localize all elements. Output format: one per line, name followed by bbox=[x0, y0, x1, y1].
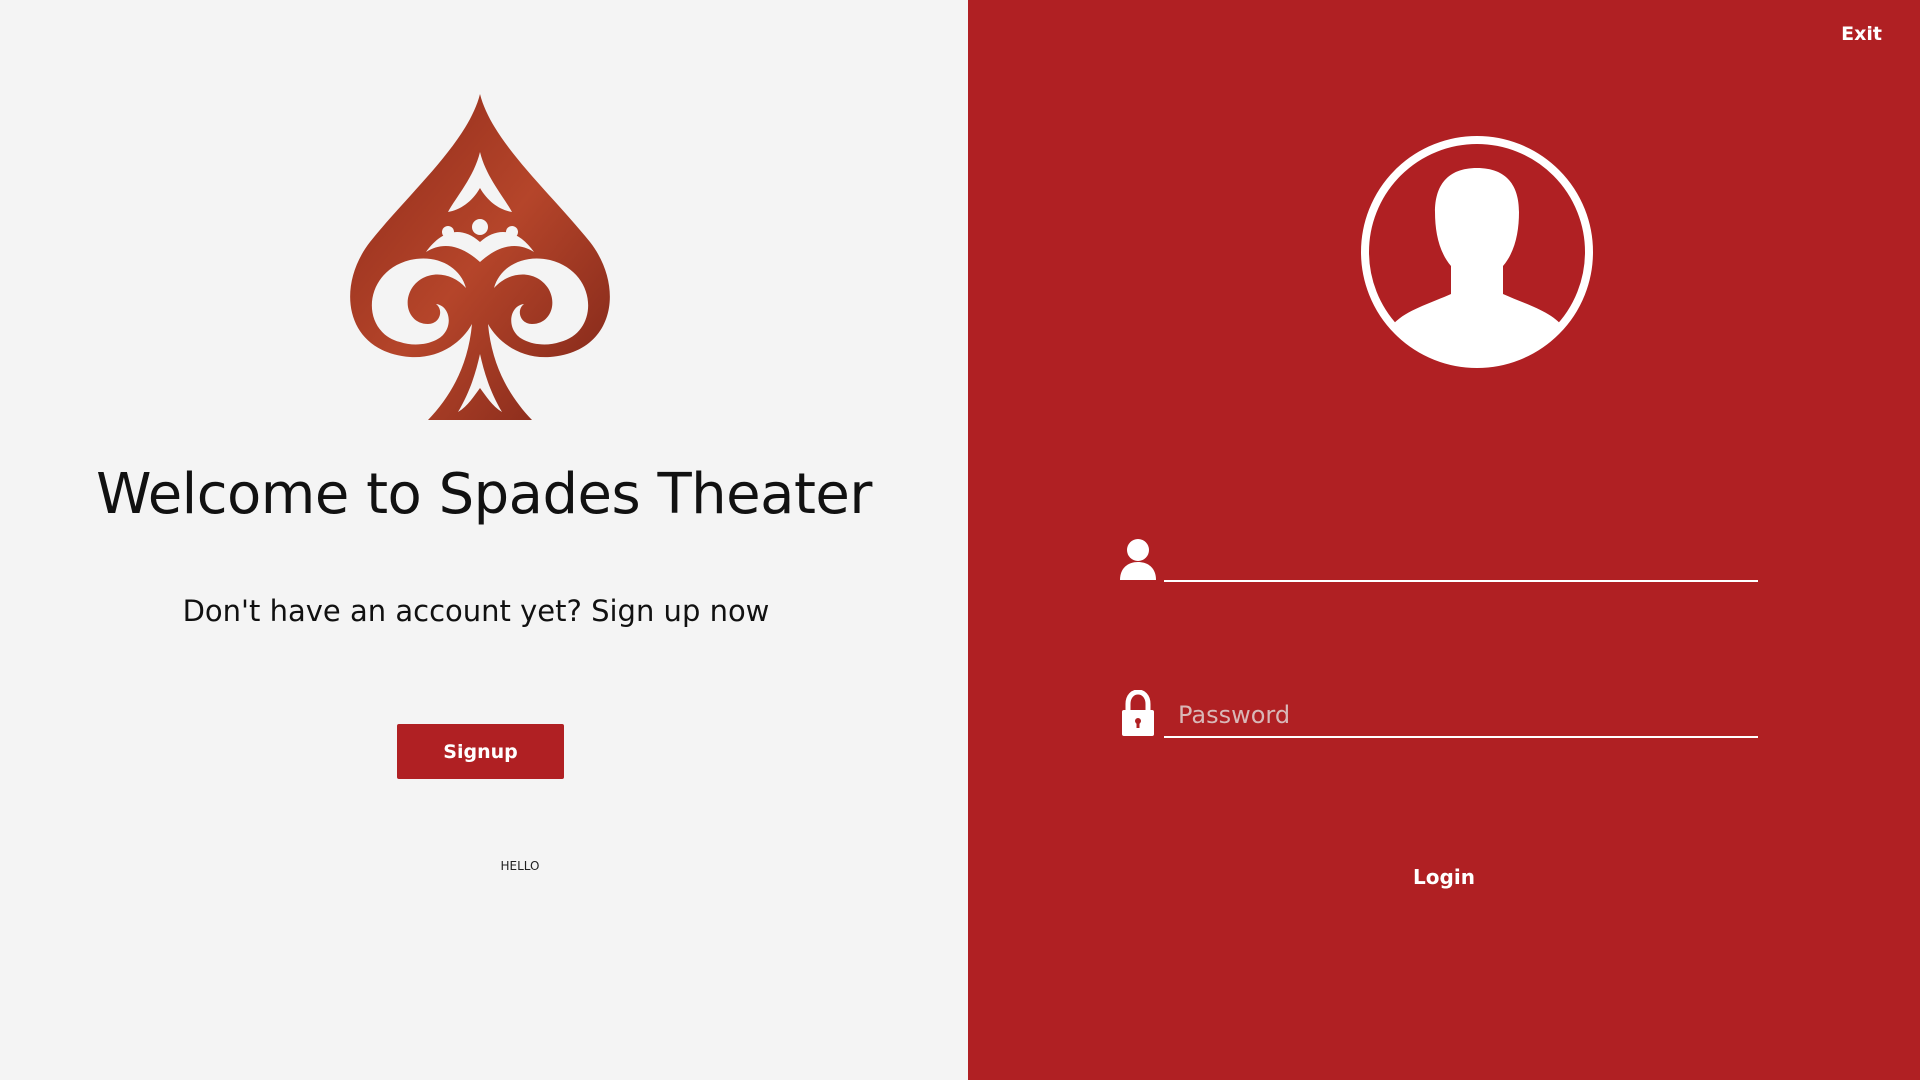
spade-logo-icon bbox=[350, 94, 610, 420]
login-panel: Exit Login bbox=[968, 0, 1920, 1080]
user-icon bbox=[1120, 539, 1156, 580]
login-window: Welcome to Spades Theater Don't have an … bbox=[0, 0, 1920, 1080]
username-input[interactable] bbox=[1164, 538, 1758, 582]
user-avatar-icon bbox=[1361, 136, 1593, 368]
welcome-panel: Welcome to Spades Theater Don't have an … bbox=[0, 0, 968, 1080]
lock-icon bbox=[1122, 690, 1154, 736]
signup-prompt: Don't have an account yet? Sign up now bbox=[182, 594, 770, 628]
username-field bbox=[1118, 534, 1758, 582]
login-button[interactable]: Login bbox=[968, 864, 1920, 890]
exit-button[interactable]: Exit bbox=[1841, 23, 1882, 45]
password-input[interactable] bbox=[1164, 694, 1758, 738]
signup-button[interactable]: Signup bbox=[397, 724, 564, 779]
welcome-title: Welcome to Spades Theater bbox=[96, 462, 872, 527]
hello-label: HELLO bbox=[500, 859, 540, 873]
password-field bbox=[1118, 690, 1758, 738]
